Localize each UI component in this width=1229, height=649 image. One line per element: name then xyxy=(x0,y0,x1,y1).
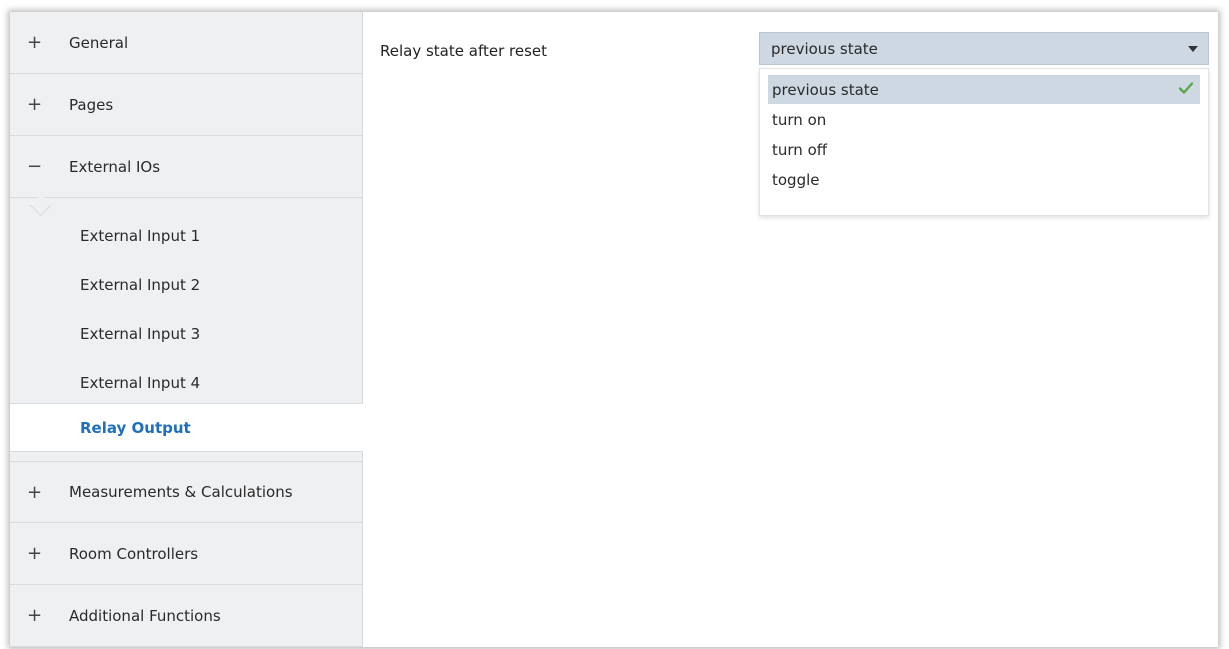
expand-plus-icon: + xyxy=(27,32,43,53)
sidebar-group-label: Pages xyxy=(69,95,114,114)
chevron-down-icon[interactable] xyxy=(1188,46,1198,52)
expand-plus-icon: + xyxy=(27,94,43,115)
sidebar-item-relay-output[interactable]: Relay Output xyxy=(10,403,363,452)
sidebar-item-external-input-1[interactable]: External Input 1 xyxy=(10,211,362,260)
relay-state-label: Relay state after reset xyxy=(380,42,547,60)
sidebar-group-room-controllers[interactable]: + Room Controllers xyxy=(10,523,362,585)
sidebar-group-label: Measurements & Calculations xyxy=(69,483,293,501)
sidebar-group-general[interactable]: + General xyxy=(10,12,362,74)
sidebar-item-label: External Input 3 xyxy=(80,324,201,343)
checkmark-icon xyxy=(1178,82,1194,94)
relay-state-select[interactable]: previous state xyxy=(759,32,1209,65)
option-label: previous state xyxy=(772,80,879,99)
sidebar-item-external-input-2[interactable]: External Input 2 xyxy=(10,260,362,309)
sidebar-group-label: Additional Functions xyxy=(69,606,221,625)
collapse-minus-icon: − xyxy=(27,156,43,177)
option-toggle[interactable]: toggle xyxy=(768,165,1200,194)
sidebar-group-external-ios[interactable]: − External IOs xyxy=(10,136,362,198)
expand-plus-icon: + xyxy=(27,543,43,564)
option-label: toggle xyxy=(772,170,820,189)
option-label: turn on xyxy=(772,110,827,129)
option-label: turn off xyxy=(772,140,828,159)
sidebar-item-label: External Input 2 xyxy=(80,275,201,294)
sidebar-item-external-input-4[interactable]: External Input 4 xyxy=(10,358,362,407)
expand-plus-icon: + xyxy=(27,481,43,503)
sidebar-group-pages[interactable]: + Pages xyxy=(10,74,362,136)
relay-state-dropdown: previous state turn on turn off toggle xyxy=(759,68,1209,216)
sidebar-item-label: External Input 1 xyxy=(80,226,201,245)
sidebar-item-label: Relay Output xyxy=(80,418,191,437)
sidebar-item-label: External Input 4 xyxy=(80,373,201,392)
option-turn-off[interactable]: turn off xyxy=(768,135,1200,164)
sidebar-item-external-input-3[interactable]: External Input 3 xyxy=(10,309,362,358)
sidebar-group-label: General xyxy=(69,33,129,52)
expand-plus-icon: + xyxy=(27,605,43,626)
sidebar-group-label: Room Controllers xyxy=(69,544,199,563)
sidebar-group-additional-functions[interactable]: + Additional Functions xyxy=(10,585,362,647)
option-turn-on[interactable]: turn on xyxy=(768,105,1200,134)
sidebar-group-label: External IOs xyxy=(69,157,161,176)
option-previous-state[interactable]: previous state xyxy=(768,75,1200,104)
select-value: previous state xyxy=(771,39,878,58)
sidebar: + General + Pages − External IOs Externa… xyxy=(10,12,363,647)
sidebar-group-measurements[interactable]: + Measurements & Calculations xyxy=(10,461,362,523)
parameter-panel: Relay state after reset previous state p… xyxy=(363,12,1218,647)
app-window: + General + Pages − External IOs Externa… xyxy=(10,12,1218,647)
